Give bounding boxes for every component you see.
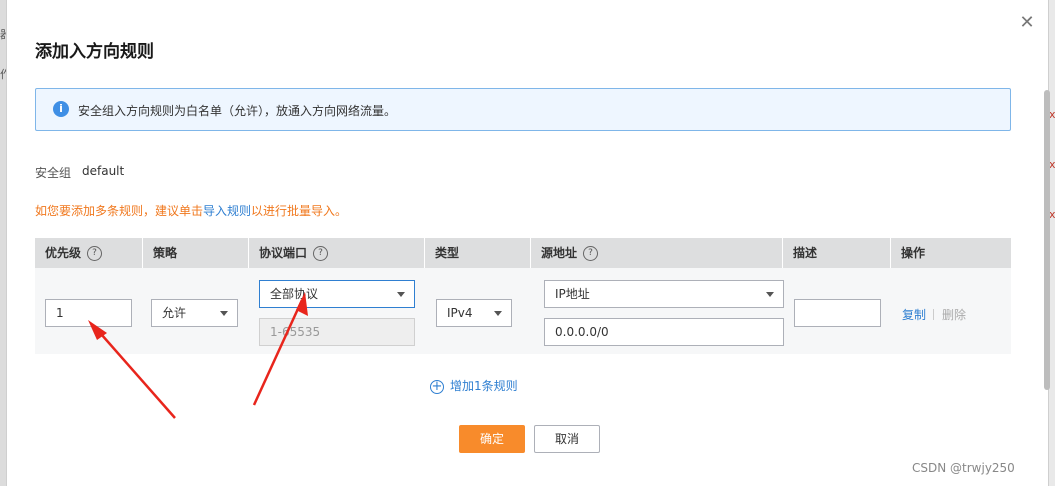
red-arrow-line [93, 325, 176, 419]
red-arrow-head [296, 292, 308, 316]
annotation-arrows [88, 292, 308, 419]
red-arrow-line [252, 299, 304, 406]
watermark: CSDN @trwjy250 [912, 461, 1015, 475]
